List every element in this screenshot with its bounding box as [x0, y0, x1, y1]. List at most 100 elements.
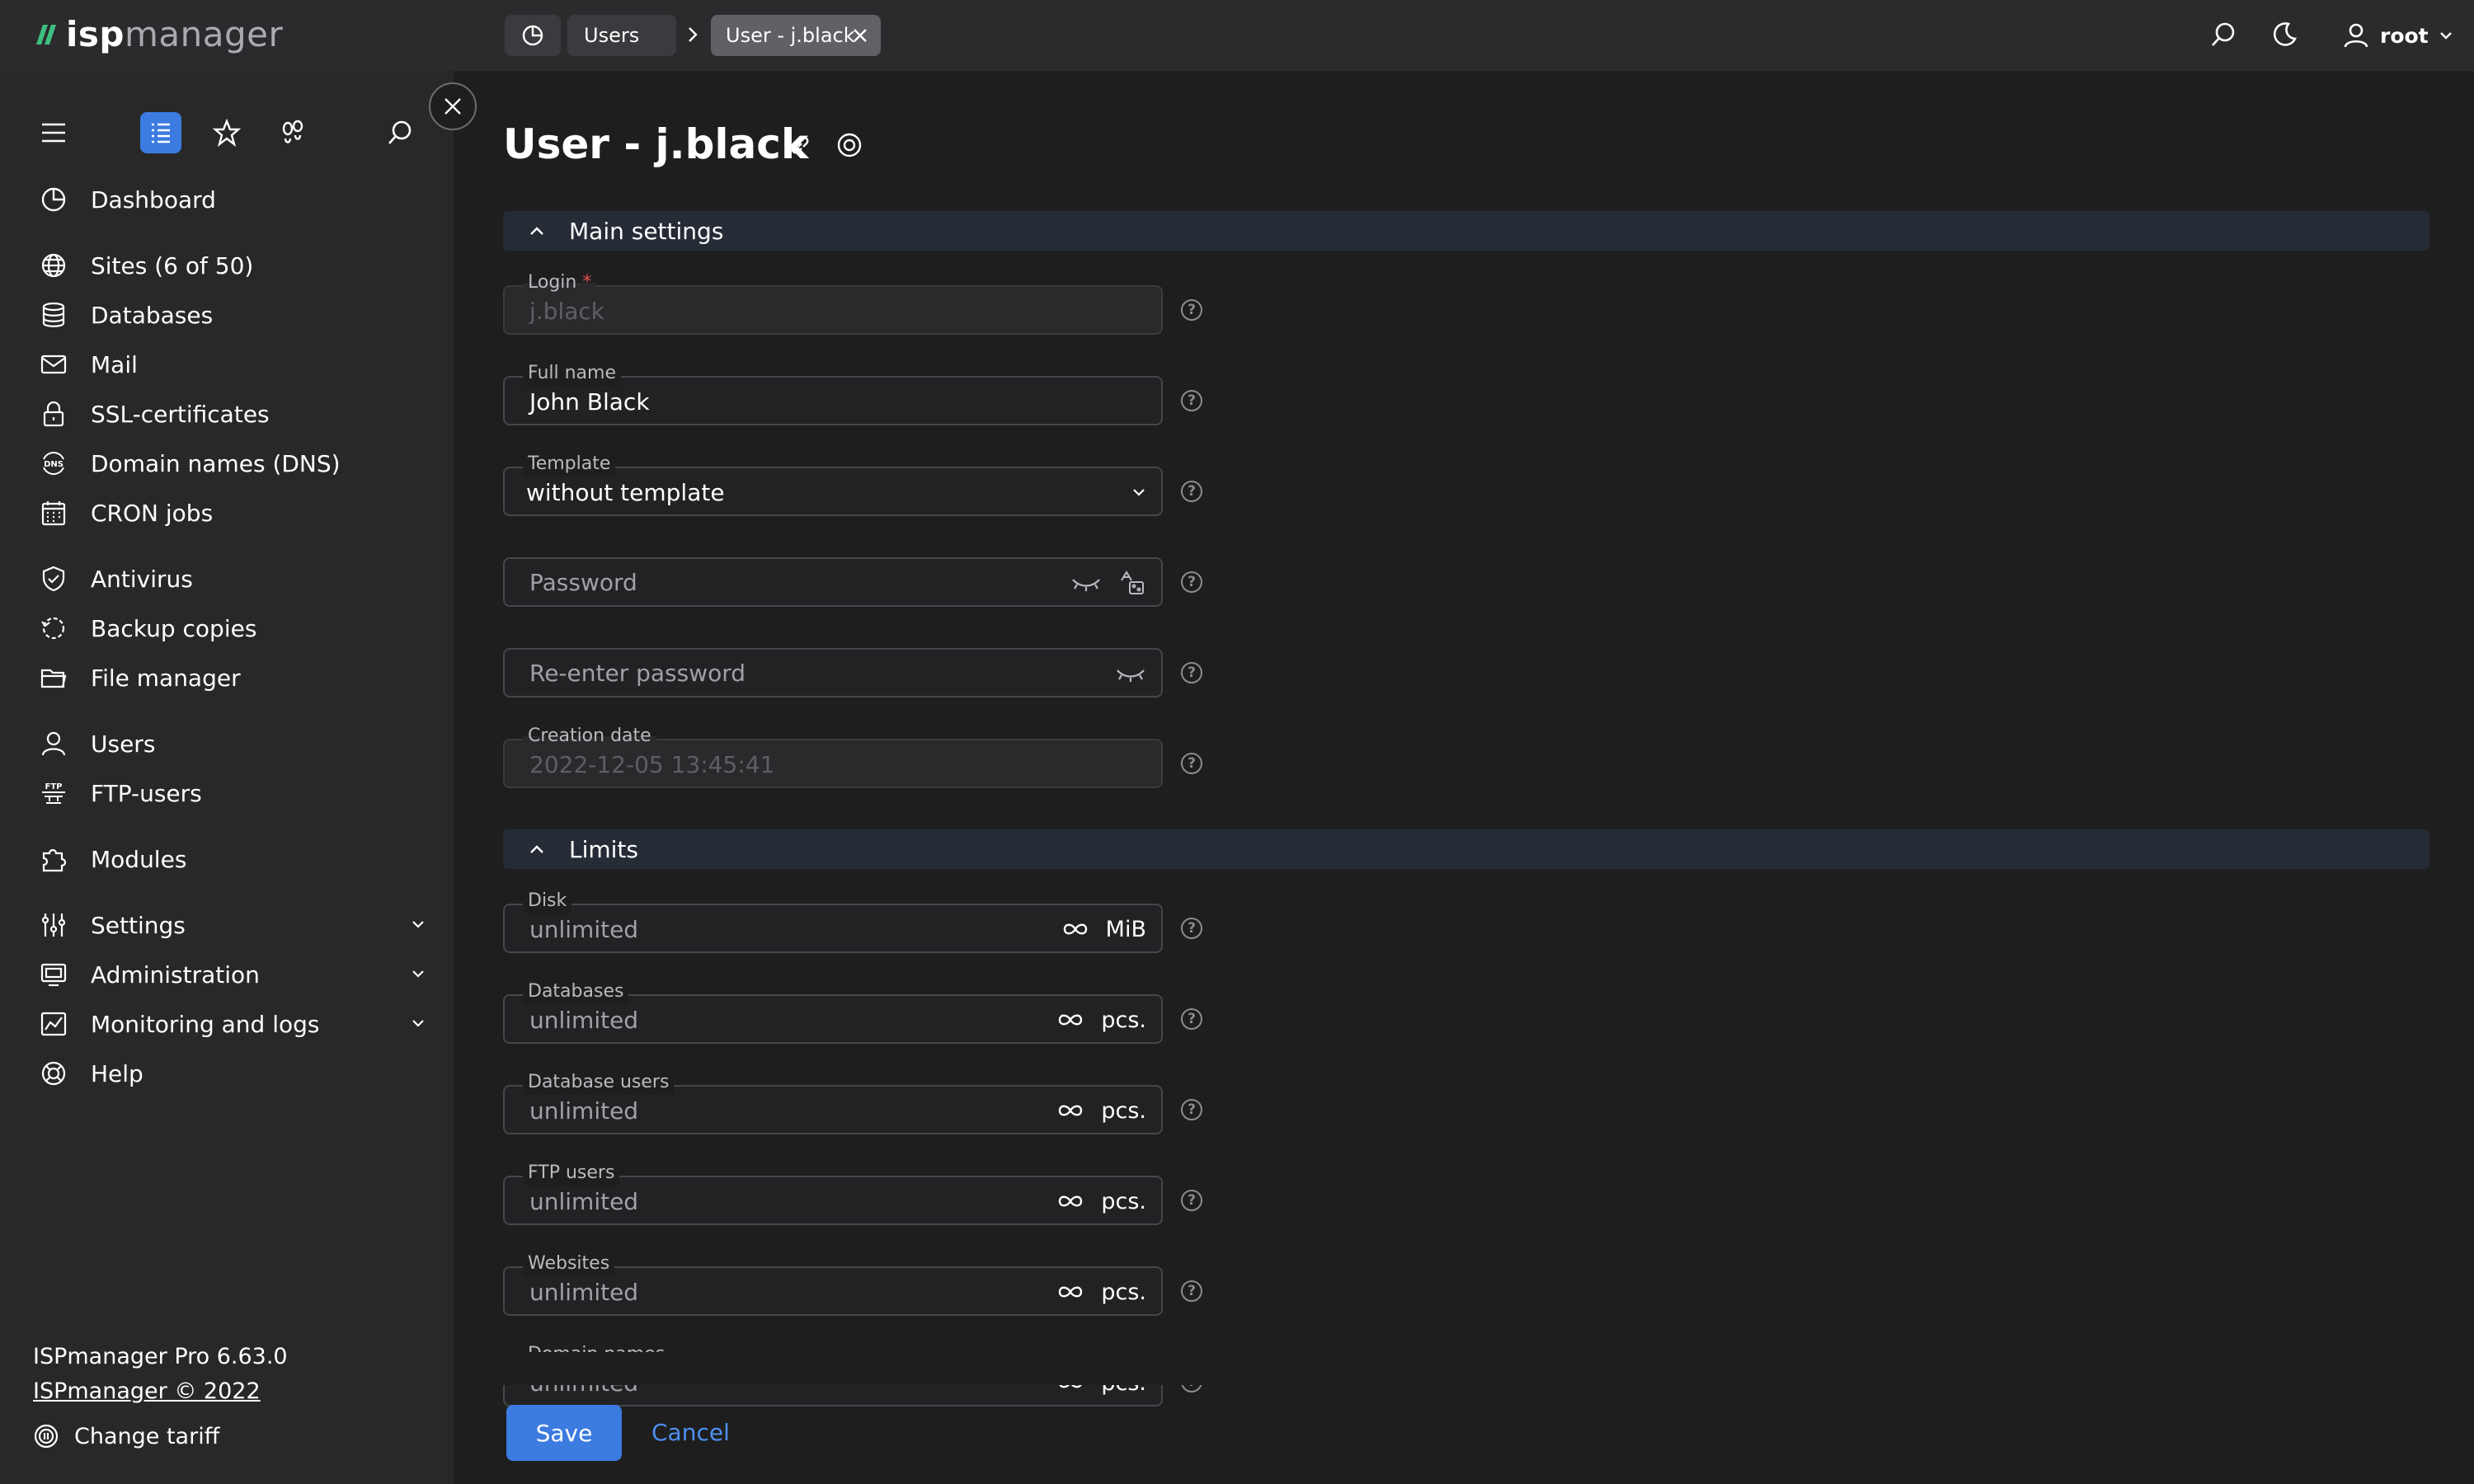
sidebar-item-dns[interactable]: DNS Domain names (DNS) — [38, 445, 426, 481]
limit-value: unlimited — [529, 1007, 639, 1034]
limit-label: Disk — [523, 889, 572, 913]
help-icon[interactable]: ? — [1181, 1190, 1202, 1211]
copy-link-button[interactable] — [785, 130, 815, 160]
help-icon[interactable]: ? — [1181, 662, 1202, 683]
sidebar-item-label: File manager — [91, 664, 241, 692]
fullname-field[interactable]: Full name John Black — [503, 361, 1163, 425]
password-placeholder: Password — [529, 569, 637, 596]
change-tariff-button[interactable]: Change tariff — [33, 1423, 219, 1449]
logo-mark-icon — [36, 25, 56, 45]
infinity-icon[interactable] — [1056, 1012, 1084, 1028]
limit-label: Database users — [523, 1070, 675, 1095]
limit-database-users-input[interactable]: Database users unlimited pcs. — [503, 1070, 1163, 1134]
sidebar-item-label: Users — [91, 730, 156, 758]
limit-websites-input[interactable]: Websites unlimited pcs. — [503, 1252, 1163, 1316]
sidebar-item-cron[interactable]: CRON jobs — [38, 495, 426, 531]
lifebuoy-icon — [837, 133, 862, 157]
sidebar-item-ftp-users[interactable]: FTP FTP-users — [38, 775, 426, 811]
limit-label: Databases — [523, 979, 629, 1004]
sidebar-item-dashboard[interactable]: Dashboard — [38, 181, 426, 218]
infinity-icon[interactable] — [1056, 1102, 1084, 1119]
template-value: without template — [526, 479, 725, 506]
eye-closed-icon[interactable] — [1070, 573, 1102, 593]
logo[interactable]: ispmanager — [33, 15, 283, 54]
copyright-link[interactable]: ISPmanager © 2022 — [33, 1378, 261, 1404]
limit-databases-input[interactable]: Databases unlimited pcs. — [503, 979, 1163, 1044]
theme-toggle-button[interactable] — [2268, 18, 2301, 51]
section-limits[interactable]: Limits — [503, 829, 2429, 869]
help-icon[interactable]: ? — [1181, 1099, 1202, 1120]
limit-disk-input[interactable]: Disk unlimited MiB — [503, 889, 1163, 953]
sliders-icon — [38, 909, 69, 941]
sidebar-item-users[interactable]: Users — [38, 726, 426, 762]
sidebar-item-file-manager[interactable]: File manager — [38, 660, 426, 696]
link-icon — [791, 136, 809, 154]
sidebar-item-monitoring[interactable]: Monitoring and logs — [38, 1006, 426, 1042]
sidebar-item-label: Help — [91, 1059, 143, 1087]
help-icon[interactable]: ? — [1181, 1008, 1202, 1030]
moon-icon — [2273, 22, 2298, 46]
breadcrumb-current-label: User - j.black — [726, 24, 855, 47]
sidebar-item-modules[interactable]: Modules — [38, 841, 426, 877]
cancel-button[interactable]: Cancel — [651, 1405, 730, 1461]
sidebar-item-label: Antivirus — [91, 565, 193, 593]
sidebar-item-help[interactable]: Help — [38, 1055, 426, 1092]
login-label: Login * — [523, 270, 597, 295]
sidebar-item-mail[interactable]: Mail — [38, 346, 426, 383]
infinity-icon[interactable] — [1056, 1193, 1084, 1209]
search-icon — [388, 120, 412, 144]
infinity-icon[interactable] — [1061, 921, 1089, 937]
repassword-input[interactable]: Re-enter password — [503, 648, 1163, 697]
help-icon[interactable]: ? — [1181, 918, 1202, 939]
sidebar-list-view-button[interactable] — [140, 112, 181, 153]
sidebar-item-backup[interactable]: Backup copies — [38, 610, 426, 646]
infinity-icon[interactable] — [1056, 1284, 1084, 1300]
sidebar: Dashboard Sites (6 of 50) Databases Mail… — [0, 71, 454, 1484]
breadcrumb-current[interactable]: User - j.black — [711, 15, 881, 56]
sidebar-item-antivirus[interactable]: Antivirus — [38, 561, 426, 597]
dashboard-icon — [522, 25, 543, 46]
breadcrumb-users[interactable]: Users — [567, 15, 676, 56]
limit-ftp-users-input[interactable]: FTP users unlimited pcs. — [503, 1161, 1163, 1225]
limit-value: unlimited — [529, 916, 639, 943]
help-icon[interactable]: ? — [1181, 753, 1202, 774]
close-icon[interactable] — [851, 26, 869, 45]
login-value: j.black — [529, 298, 604, 325]
sidebar-item-label: Backup copies — [91, 614, 257, 642]
help-icon[interactable]: ? — [1181, 299, 1202, 321]
help-icon[interactable]: ? — [1181, 390, 1202, 411]
chevron-up-icon — [530, 227, 543, 235]
top-bar: ispmanager Users User - j.black root — [0, 0, 2474, 71]
sidebar-item-databases[interactable]: Databases — [38, 297, 426, 333]
user-menu[interactable]: root — [2342, 16, 2453, 54]
save-button[interactable]: Save — [506, 1405, 622, 1461]
sidebar-item-administration[interactable]: Administration — [38, 956, 426, 993]
section-main-settings[interactable]: Main settings — [503, 211, 2429, 251]
global-search-button[interactable] — [2207, 18, 2240, 51]
login-field: Login * j.black — [503, 270, 1163, 335]
help-icon[interactable]: ? — [1181, 481, 1202, 502]
password-input[interactable]: Password — [503, 557, 1163, 607]
sidebar-search-button[interactable] — [379, 112, 421, 153]
sidebar-item-settings[interactable]: Settings — [38, 907, 426, 943]
sidebar-item-label: Dashboard — [91, 186, 216, 214]
sidebar-item-sites[interactable]: Sites (6 of 50) — [38, 247, 426, 284]
sidebar-item-ssl[interactable]: SSL-certificates — [38, 396, 426, 432]
template-select[interactable]: Template without template — [503, 452, 1163, 516]
list-icon — [152, 123, 170, 143]
sidebar-item-label: Mail — [91, 350, 138, 378]
help-icon[interactable]: ? — [1181, 1280, 1202, 1302]
help-button[interactable] — [835, 130, 864, 160]
generate-password-icon[interactable] — [1118, 569, 1146, 597]
fullname-label: Full name — [523, 361, 622, 386]
monitor-icon — [38, 959, 69, 990]
help-icon[interactable]: ? — [1181, 571, 1202, 593]
breadcrumb-dashboard[interactable] — [505, 15, 561, 56]
limit-value: unlimited — [529, 1097, 639, 1125]
sidebar-recent-button[interactable] — [272, 112, 313, 153]
sidebar-collapse-button[interactable] — [33, 112, 74, 153]
close-panel-button[interactable] — [429, 82, 477, 130]
eye-closed-icon[interactable] — [1115, 664, 1146, 683]
sidebar-favorites-button[interactable] — [206, 112, 247, 153]
change-tariff-label: Change tariff — [74, 1423, 220, 1449]
